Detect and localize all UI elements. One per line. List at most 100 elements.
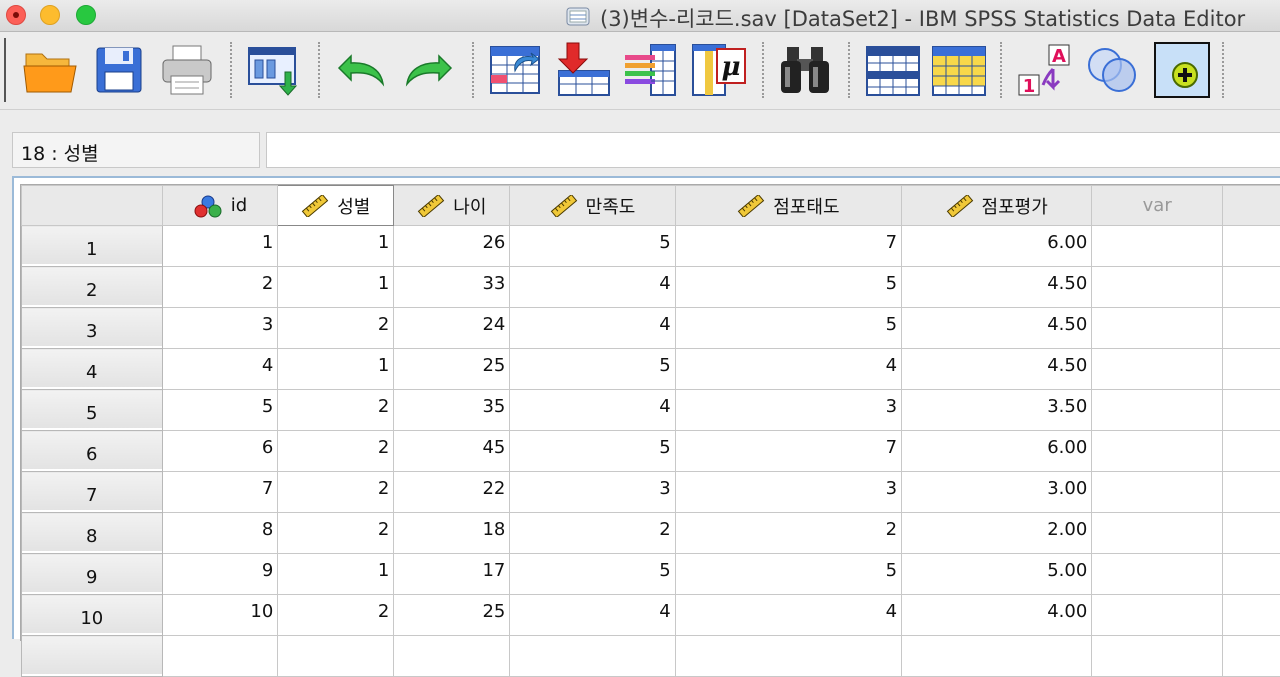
empty-cell[interactable] — [1092, 226, 1223, 267]
data-cell[interactable]: 1 — [278, 226, 394, 267]
row-header[interactable]: 8 — [22, 513, 163, 554]
zoom-window-button[interactable] — [76, 5, 96, 25]
empty-cell[interactable] — [1223, 636, 1280, 677]
empty-cell[interactable] — [278, 636, 394, 677]
data-cell[interactable]: 17 — [394, 554, 510, 595]
column-header-col4[interactable]: 만족도 — [510, 186, 675, 226]
data-cell[interactable]: 4.50 — [902, 267, 1092, 308]
data-cell[interactable]: 4 — [510, 390, 675, 431]
column-header-var[interactable]: var — [1092, 186, 1223, 226]
data-cell[interactable]: 4 — [510, 267, 675, 308]
empty-cell[interactable] — [1223, 390, 1280, 431]
data-cell[interactable]: 2 — [278, 308, 394, 349]
data-cell[interactable]: 2 — [278, 431, 394, 472]
empty-cell[interactable] — [902, 636, 1092, 677]
print-button[interactable] — [156, 40, 218, 100]
empty-cell[interactable] — [1092, 308, 1223, 349]
data-cell[interactable]: 5 — [510, 554, 675, 595]
row-header[interactable]: 3 — [22, 308, 163, 349]
data-cell[interactable]: 9 — [162, 554, 278, 595]
row-header[interactable]: 5 — [22, 390, 163, 431]
data-cell[interactable]: 10 — [162, 595, 278, 636]
undo-button[interactable] — [330, 40, 392, 100]
data-cell[interactable]: 5.00 — [902, 554, 1092, 595]
data-cell[interactable]: 6.00 — [902, 431, 1092, 472]
data-cell[interactable]: 5 — [510, 431, 675, 472]
data-cell[interactable]: 1 — [278, 554, 394, 595]
row-header[interactable]: 7 — [22, 472, 163, 513]
empty-cell[interactable] — [1223, 349, 1280, 390]
empty-cell[interactable] — [510, 636, 675, 677]
data-cell[interactable]: 2 — [675, 513, 901, 554]
data-cell[interactable]: 2 — [510, 513, 675, 554]
spelling-button[interactable] — [1150, 40, 1212, 100]
data-cell[interactable]: 5 — [510, 226, 675, 267]
redo-button[interactable] — [398, 40, 460, 100]
data-cell[interactable]: 25 — [394, 349, 510, 390]
data-cell[interactable]: 4 — [510, 595, 675, 636]
data-cell[interactable]: 6.00 — [902, 226, 1092, 267]
data-cell[interactable]: 3 — [510, 472, 675, 513]
data-cell[interactable]: 35 — [394, 390, 510, 431]
data-cell[interactable]: 5 — [510, 349, 675, 390]
column-header-empty[interactable] — [1223, 186, 1280, 226]
empty-cell[interactable] — [1223, 513, 1280, 554]
data-cell[interactable]: 1 — [278, 267, 394, 308]
data-cell[interactable]: 25 — [394, 595, 510, 636]
close-window-button[interactable] — [6, 5, 26, 25]
empty-cell[interactable] — [1223, 472, 1280, 513]
data-cell[interactable]: 2 — [278, 472, 394, 513]
insert-variable-button[interactable] — [926, 40, 988, 100]
data-cell[interactable]: 4 — [675, 595, 901, 636]
row-header[interactable]: 2 — [22, 267, 163, 308]
empty-cell[interactable] — [1092, 390, 1223, 431]
data-cell[interactable]: 8 — [162, 513, 278, 554]
data-cell[interactable]: 3.50 — [902, 390, 1092, 431]
data-cell[interactable]: 26 — [394, 226, 510, 267]
row-header[interactable]: 6 — [22, 431, 163, 472]
open-data-document-button[interactable] — [20, 40, 82, 100]
data-cell[interactable]: 24 — [394, 308, 510, 349]
data-cell[interactable]: 1 — [278, 349, 394, 390]
data-cell[interactable]: 3 — [675, 472, 901, 513]
row-header[interactable]: 10 — [22, 595, 163, 636]
row-header[interactable]: 9 — [22, 554, 163, 595]
data-cell[interactable]: 2.00 — [902, 513, 1092, 554]
empty-cell[interactable] — [394, 636, 510, 677]
data-cell[interactable]: 22 — [394, 472, 510, 513]
data-cell[interactable]: 7 — [162, 472, 278, 513]
empty-cell[interactable] — [1092, 636, 1223, 677]
save-document-button[interactable] — [88, 40, 150, 100]
data-cell[interactable]: 2 — [162, 267, 278, 308]
data-cell[interactable]: 5 — [162, 390, 278, 431]
data-cell[interactable]: 4.50 — [902, 349, 1092, 390]
go-to-variable-button[interactable] — [552, 40, 614, 100]
column-header-col6[interactable]: 점포평가 — [902, 186, 1092, 226]
data-cell[interactable]: 3 — [162, 308, 278, 349]
data-cell[interactable]: 5 — [675, 308, 901, 349]
data-cell[interactable]: 45 — [394, 431, 510, 472]
empty-cell[interactable] — [1092, 472, 1223, 513]
empty-cell[interactable] — [1092, 554, 1223, 595]
column-header-col1[interactable]: id — [162, 186, 278, 226]
data-cell[interactable]: 4 — [162, 349, 278, 390]
cell-value-input[interactable] — [266, 132, 1280, 168]
empty-cell[interactable] — [1223, 431, 1280, 472]
data-cell[interactable]: 2 — [278, 390, 394, 431]
column-header-col2[interactable]: 성별 — [278, 186, 394, 226]
empty-cell[interactable] — [1223, 267, 1280, 308]
run-descriptives-button[interactable]: μ — [688, 40, 750, 100]
data-cell[interactable]: 7 — [675, 431, 901, 472]
column-header-col3[interactable]: 나이 — [394, 186, 510, 226]
minimize-window-button[interactable] — [40, 5, 60, 25]
data-cell[interactable]: 3.00 — [902, 472, 1092, 513]
empty-cell[interactable] — [1223, 308, 1280, 349]
data-cell[interactable]: 7 — [675, 226, 901, 267]
variables-button[interactable] — [620, 40, 682, 100]
data-cell[interactable]: 2 — [278, 513, 394, 554]
data-cell[interactable]: 18 — [394, 513, 510, 554]
data-cell[interactable]: 5 — [675, 554, 901, 595]
empty-cell[interactable] — [1223, 595, 1280, 636]
empty-cell[interactable] — [162, 636, 278, 677]
insert-cases-button[interactable] — [860, 40, 922, 100]
